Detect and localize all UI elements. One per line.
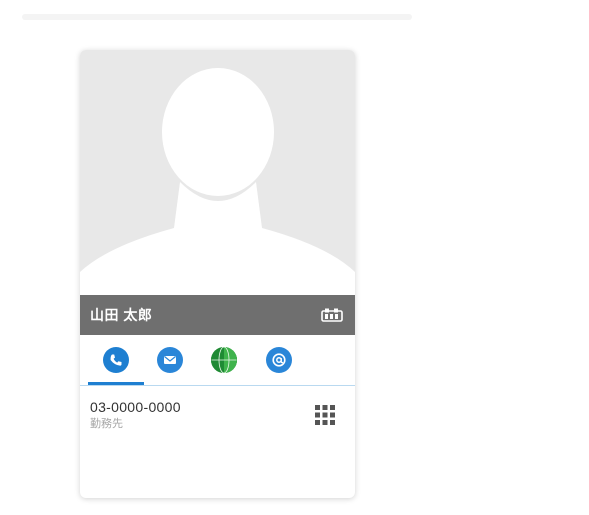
phone-icon[interactable]	[103, 347, 129, 373]
tab-divider	[80, 385, 355, 386]
vcard-icon[interactable]	[321, 308, 343, 322]
at-icon[interactable]	[266, 347, 292, 373]
globe-icon[interactable]	[211, 347, 237, 373]
keypad-icon[interactable]	[314, 404, 336, 426]
screen: 山田 太郎 03-0000-0000 勤務先	[0, 0, 589, 515]
contact-name-bar: 山田 太郎	[80, 295, 355, 335]
person-silhouette-icon	[80, 68, 355, 295]
phone-detail[interactable]: 03-0000-0000 勤務先	[90, 398, 290, 432]
contact-card: 山田 太郎 03-0000-0000 勤務先	[80, 50, 355, 498]
contact-photo-placeholder	[80, 50, 355, 295]
phone-type-label: 勤務先	[90, 418, 123, 430]
phone-number[interactable]: 03-0000-0000	[90, 398, 290, 416]
top-divider	[22, 14, 412, 20]
contact-action-tabs	[80, 335, 355, 385]
mail-icon[interactable]	[157, 347, 183, 373]
contact-name: 山田 太郎	[90, 307, 153, 323]
